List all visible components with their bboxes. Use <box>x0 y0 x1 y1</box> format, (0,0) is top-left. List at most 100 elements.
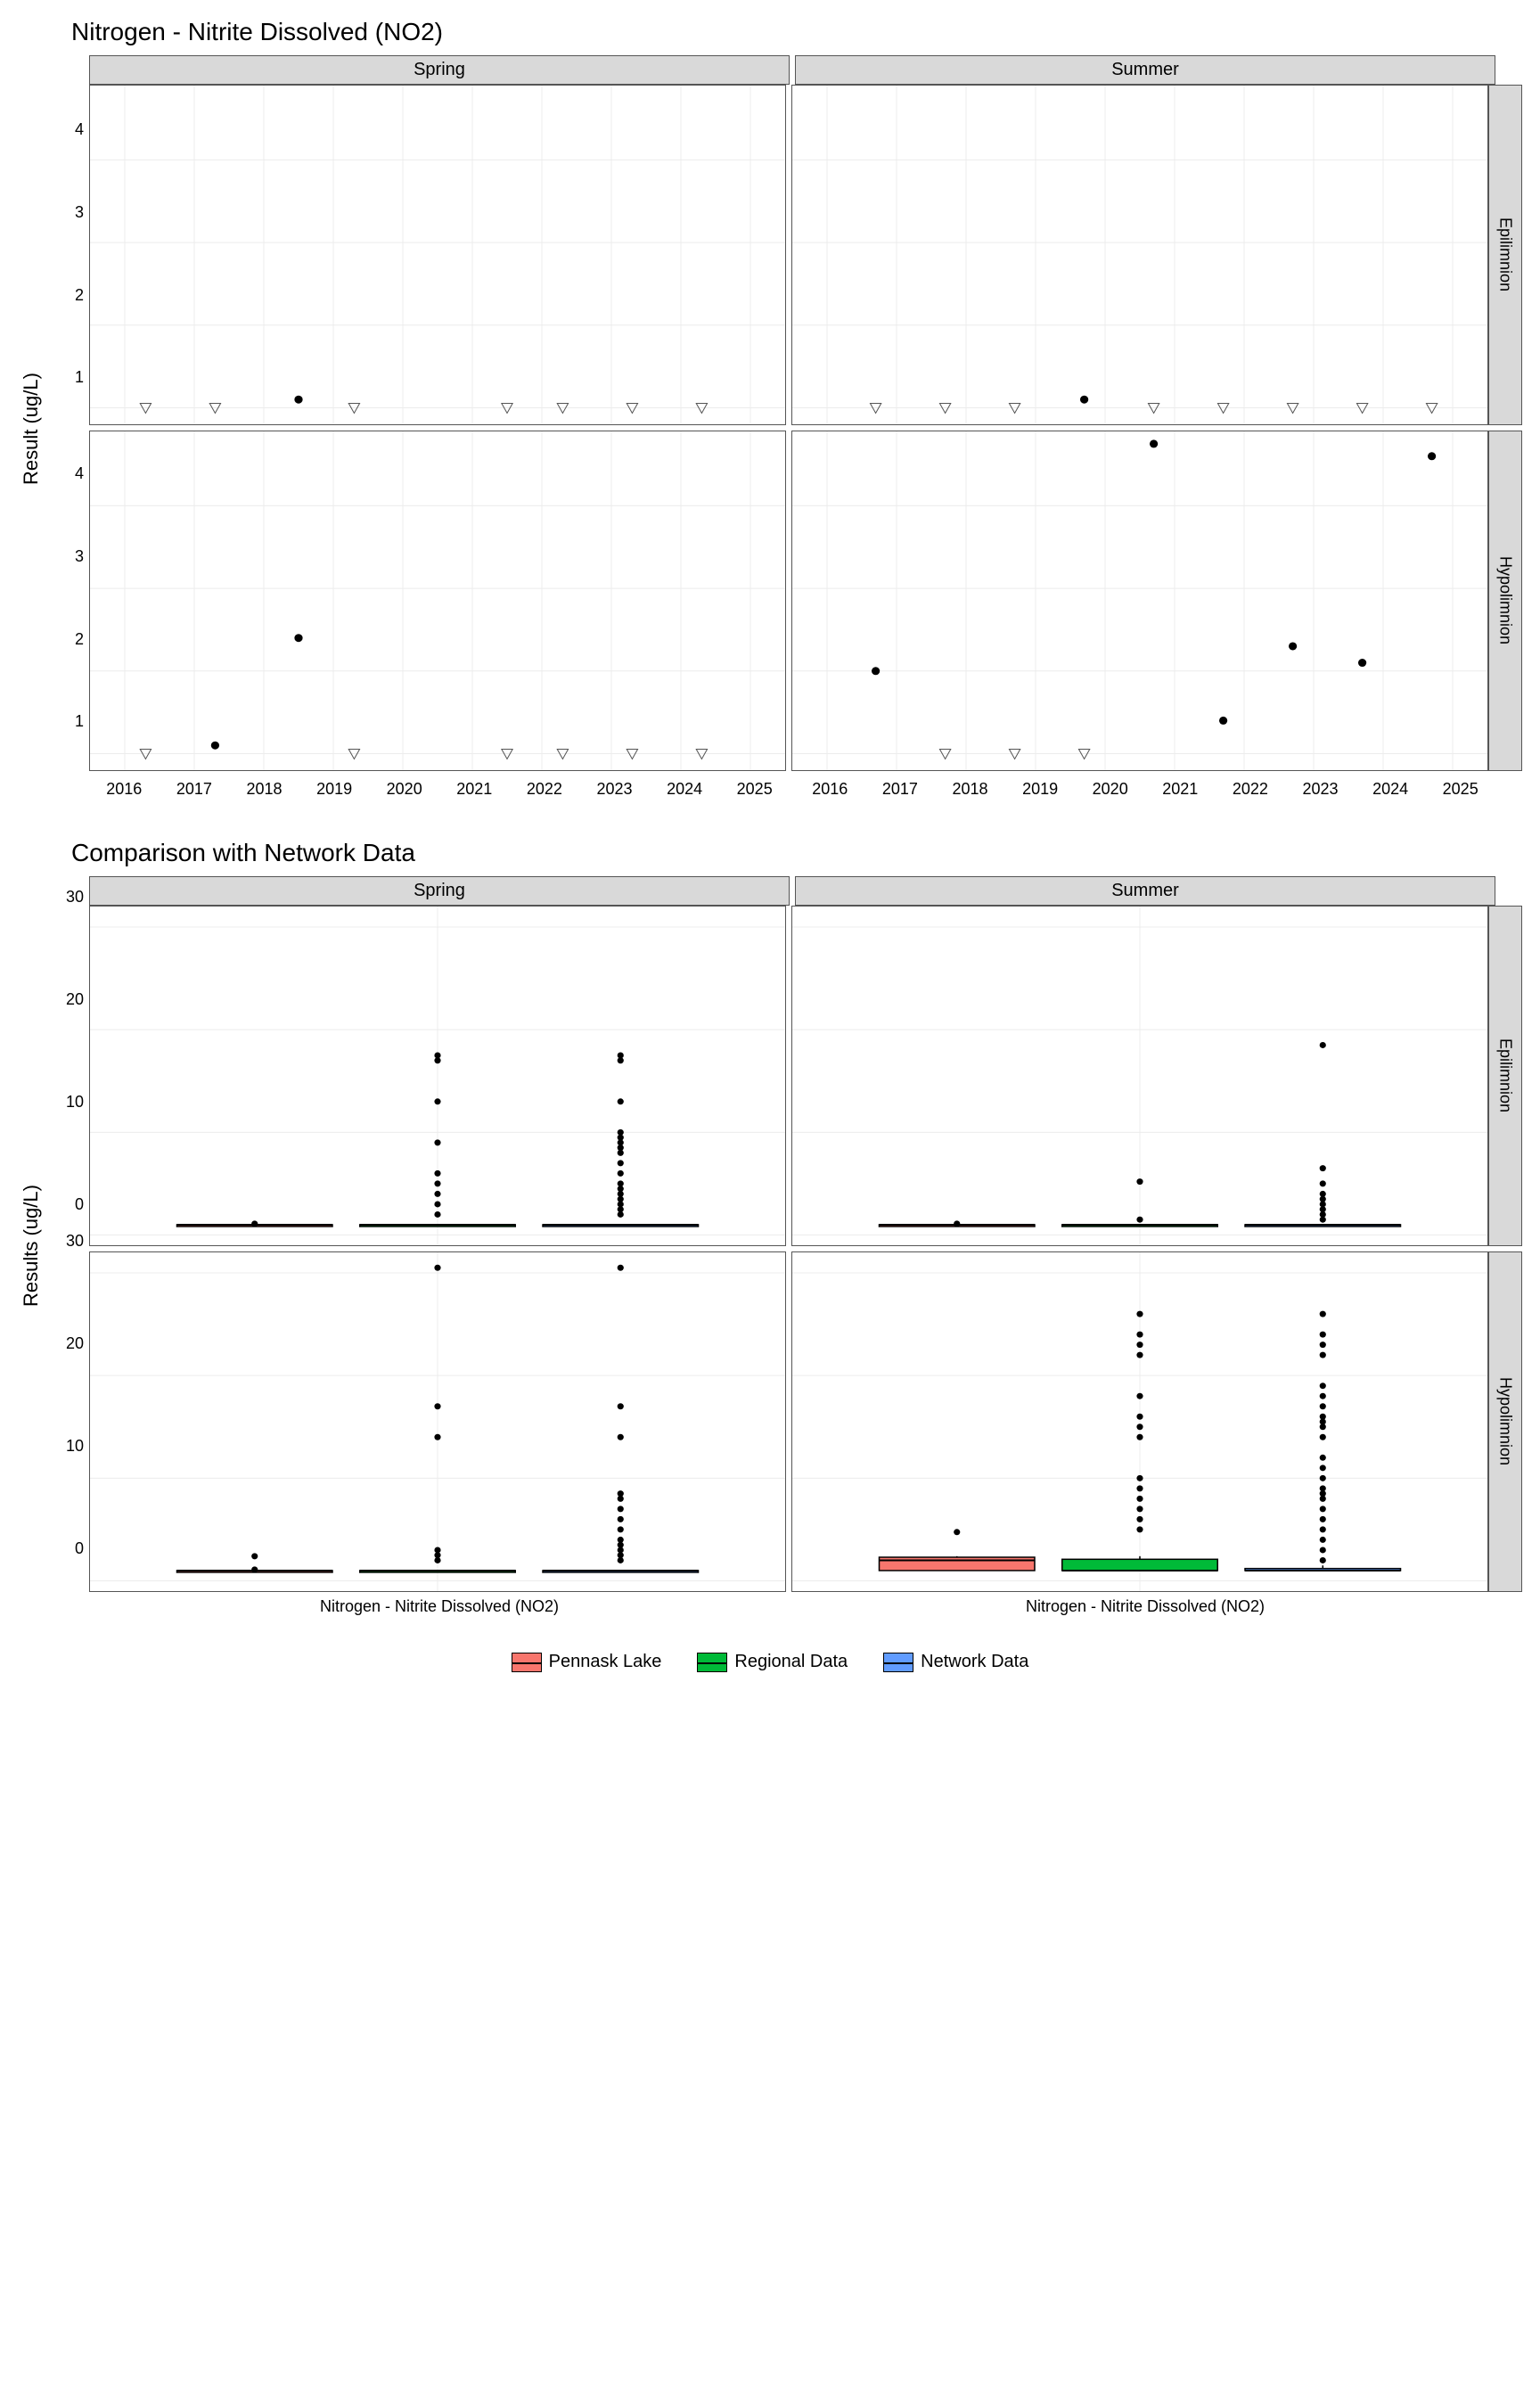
ytick-label: 10 <box>66 1093 84 1112</box>
outlier-point <box>1136 1342 1143 1348</box>
data-point <box>1358 659 1366 667</box>
outlier-point <box>1136 1414 1143 1420</box>
panel2-Summer_Epilimnion <box>791 906 1488 1246</box>
ytick-label: 20 <box>66 990 84 1009</box>
xlabel: Nitrogen - Nitrite Dissolved (NO2) <box>89 1597 790 1616</box>
outlier-point <box>434 1265 440 1271</box>
data-point <box>211 742 219 750</box>
chart1-ylabel: Result (ug/L) <box>18 55 45 803</box>
ytick-label: 2 <box>75 286 84 305</box>
outlier-point <box>434 1191 440 1197</box>
facet2-col-spring: Spring <box>89 876 790 906</box>
legend-item-pennask lake: Pennask Lake <box>512 1652 662 1672</box>
panel-Spring_Epilimnion <box>89 85 786 425</box>
facet-col-spring: Spring <box>89 55 790 85</box>
facet2-row-Epilimnion: Epilimnion <box>1488 906 1522 1246</box>
legend-item-regional data: Regional Data <box>697 1652 848 1672</box>
outlier-point <box>1320 1165 1326 1171</box>
data-point <box>294 634 302 642</box>
xtick-label: 2017 <box>882 780 918 799</box>
outlier-point <box>1136 1506 1143 1512</box>
ytick-label: 30 <box>66 1232 84 1251</box>
xtick-label: 2016 <box>812 780 848 799</box>
xlabel: Nitrogen - Nitrite Dissolved (NO2) <box>795 1597 1495 1616</box>
legend-item-network data: Network Data <box>883 1652 1028 1672</box>
data-point <box>1150 439 1158 447</box>
outlier-point <box>1320 1506 1326 1512</box>
panel-Summer_Hypolimnion <box>791 431 1488 771</box>
facet-row-Hypolimnion: Hypolimnion <box>1488 431 1522 771</box>
outlier-point <box>1320 1403 1326 1409</box>
outlier-point <box>618 1129 624 1136</box>
outlier-point <box>1136 1496 1143 1502</box>
ytick-label: 0 <box>75 1539 84 1558</box>
outlier-point <box>618 1506 624 1512</box>
ytick-label: 1 <box>75 712 84 731</box>
legend-swatch-icon <box>697 1653 727 1672</box>
legend-swatch-icon <box>512 1653 542 1672</box>
xtick-label: 2019 <box>316 780 352 799</box>
xtick-label: 2020 <box>387 780 422 799</box>
outlier-point <box>434 1211 440 1218</box>
outlier-point <box>618 1052 624 1058</box>
xtick-label: 2016 <box>106 780 142 799</box>
outlier-point <box>1320 1352 1326 1358</box>
outlier-point <box>1136 1516 1143 1522</box>
outlier-point <box>1136 1352 1143 1358</box>
scatter-chart-container: Nitrogen - Nitrite Dissolved (NO2) Resul… <box>18 18 1522 803</box>
outlier-point <box>618 1180 624 1186</box>
outlier-point <box>1320 1557 1326 1563</box>
xtick-label: 2023 <box>596 780 632 799</box>
xtick-label: 2021 <box>456 780 492 799</box>
ytick-label: 1 <box>75 368 84 387</box>
outlier-point <box>618 1537 624 1543</box>
xtick-label: 2022 <box>1233 780 1268 799</box>
outlier-point <box>1136 1424 1143 1430</box>
outlier-point <box>1320 1465 1326 1471</box>
outlier-point <box>1320 1191 1326 1197</box>
xtick-label: 2018 <box>246 780 282 799</box>
outlier-point <box>1320 1434 1326 1440</box>
ytick-label: 4 <box>75 120 84 139</box>
xtick-label: 2024 <box>1372 780 1408 799</box>
legend-label: Regional Data <box>734 1652 848 1672</box>
ytick-label: 3 <box>75 203 84 222</box>
panel-Summer_Epilimnion <box>791 85 1488 425</box>
outlier-point <box>1136 1393 1143 1399</box>
outlier-point <box>251 1220 258 1227</box>
xtick-label: 2023 <box>1302 780 1338 799</box>
xtick-label: 2025 <box>1443 780 1479 799</box>
chart2-ylabel: Results (ug/L) <box>18 876 45 1616</box>
xtick-label: 2021 <box>1162 780 1198 799</box>
outlier-point <box>618 1516 624 1522</box>
data-point <box>872 667 880 675</box>
outlier-point <box>1136 1526 1143 1532</box>
data-point <box>294 396 302 404</box>
outlier-point <box>1136 1217 1143 1223</box>
panel2-Spring_Hypolimnion <box>89 1251 786 1592</box>
legend: Pennask Lake Regional Data Network Data <box>18 1652 1522 1672</box>
data-point <box>1428 452 1436 460</box>
panel2-Summer_Hypolimnion <box>791 1251 1488 1592</box>
ytick-label: 4 <box>75 464 84 483</box>
outlier-point <box>1320 1455 1326 1461</box>
outlier-point <box>1136 1332 1143 1338</box>
outlier-point <box>434 1403 440 1409</box>
outlier-point <box>954 1220 960 1227</box>
facet-col-summer: Summer <box>795 55 1495 85</box>
facet2-col-summer: Summer <box>795 876 1495 906</box>
outlier-point <box>618 1526 624 1532</box>
outlier-point <box>434 1547 440 1553</box>
outlier-point <box>1320 1383 1326 1389</box>
legend-swatch-icon <box>883 1653 913 1672</box>
xtick-label: 2022 <box>527 780 562 799</box>
xtick-label: 2025 <box>737 780 773 799</box>
facet-row-Epilimnion: Epilimnion <box>1488 85 1522 425</box>
ytick-label: 30 <box>66 888 84 907</box>
outlier-point <box>251 1553 258 1559</box>
ytick-label: 10 <box>66 1437 84 1456</box>
chart1-title: Nitrogen - Nitrite Dissolved (NO2) <box>71 18 1522 46</box>
outlier-point <box>1320 1547 1326 1553</box>
xtick-label: 2019 <box>1022 780 1058 799</box>
outlier-point <box>434 1201 440 1207</box>
